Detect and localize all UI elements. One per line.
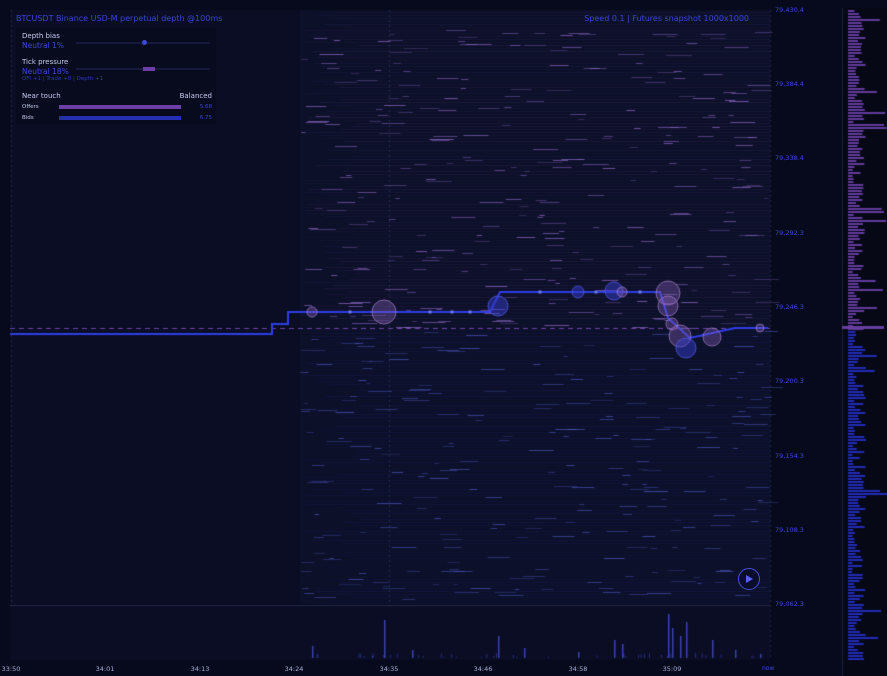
price-tick-label: 79,200.3 [775,377,804,385]
price-tick-label: 79,062.3 [775,600,804,608]
play-icon [746,575,753,583]
tick-pressure-value: Neutral 18% [22,67,69,76]
time-tick-label: 35:09 [662,665,682,673]
offers-bar [59,105,181,109]
tick-pressure-gauge [76,67,210,71]
offers-label: Offers [22,104,39,110]
depth-bias-title: Depth bias [22,32,60,40]
price-tick-label: 79,338.4 [775,154,804,162]
near-touch-status: Balanced [179,92,212,100]
tick-pressure-fill [143,67,156,71]
tick-breakdown: OFI +1 | Trade +0 | Depth +1 [22,76,104,82]
bids-bar-fill [59,116,181,120]
bids-label: Bids [22,115,34,121]
price-tick-label: 79,246.3 [775,303,804,311]
time-tick-label: 34:46 [473,665,493,673]
price-tick-label: 79,292.3 [775,229,804,237]
time-tick-label: 34:24 [284,665,304,673]
near-touch-label: Near touch [22,92,61,100]
bids-value: 6.75 [199,115,212,121]
price-tick-label: 79,154.3 [775,452,804,460]
market-title: BTCUSDT Binance USD-M perpetual depth @1… [16,14,223,23]
speed-status: Speed 0.1 | Futures snapshot 1000x1000 [584,14,749,23]
tick-pressure-title: Tick pressure [22,58,69,66]
time-tick-label: 34:58 [568,665,588,673]
play-button[interactable] [738,568,760,590]
depth-bias-value: Neutral 1% [22,41,64,50]
time-tick-label: 34:35 [379,665,399,673]
offers-bar-fill [59,105,181,109]
time-tick-label: 34:13 [190,665,210,673]
depth-bias-gauge [76,40,210,45]
time-tick-label: 33:50 [1,665,21,673]
bids-bar [59,116,181,120]
time-tick-label: 34:01 [95,665,115,673]
price-tick-label: 79,430.4 [775,6,804,14]
live-time-tag: now [762,665,775,672]
metrics-panel: Depth bias Neutral 1% Tick pressure Neut… [16,28,216,124]
price-tick-label: 79,384.4 [775,80,804,88]
price-tick-label: 79,108.3 [775,526,804,534]
depth-bias-marker [141,40,147,45]
offers-value: 5.68 [199,104,212,110]
